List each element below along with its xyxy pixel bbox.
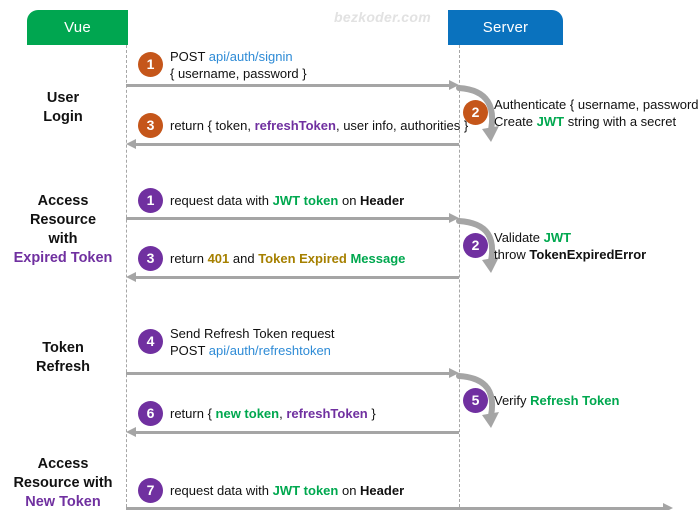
- section-label-line: Token: [0, 339, 126, 358]
- step-badge-8: 5: [463, 388, 488, 413]
- actor-box-client: Vue: [27, 10, 128, 45]
- section-label-line: Login: [0, 108, 126, 127]
- section-label-line-accent: New Token: [0, 493, 126, 510]
- section-label-access-resource-expired: Access Resource with Expired Token: [0, 192, 126, 268]
- actor-box-server: Server: [448, 10, 563, 45]
- message-resource-request-expired: request data with JWT token on Header: [170, 192, 404, 209]
- arrow-new-token-response: [126, 427, 459, 438]
- message-refresh-request: Send Refresh Token request POST api/auth…: [170, 325, 335, 359]
- section-label-line: Resource with: [0, 474, 126, 493]
- arrow-resource-request-expired: [126, 213, 459, 224]
- section-label-line-accent: Expired Token: [0, 249, 126, 268]
- message-line: Send Refresh Token request: [170, 325, 335, 342]
- message-verify-refresh-token: Verify Refresh Token: [494, 392, 619, 409]
- step-badge-1: 1: [138, 52, 163, 77]
- step-badge-4: 1: [138, 188, 163, 213]
- actor-label-client: Vue: [64, 19, 91, 36]
- message-line: Validate JWT: [494, 229, 646, 246]
- message-line: Authenticate { username, password }: [494, 96, 700, 113]
- message-resource-request-new: request data with JWT token on Header: [170, 482, 404, 499]
- message-new-token-response: return { new token, refreshToken }: [170, 405, 376, 422]
- section-label-access-resource-new: Access Resource with New Token: [0, 455, 126, 510]
- section-label-token-refresh: Token Refresh: [0, 339, 126, 377]
- message-signin-request: POST api/auth/signin { username, passwor…: [170, 48, 307, 82]
- section-label-user-login: User Login: [0, 89, 126, 127]
- step-badge-6: 3: [138, 246, 163, 271]
- section-label-line: Resource: [0, 211, 126, 230]
- message-signin-response: return { token, refreshToken, user info,…: [170, 117, 468, 134]
- step-badge-9: 6: [138, 401, 163, 426]
- step-badge-7: 4: [138, 329, 163, 354]
- section-label-line: Access: [0, 455, 126, 474]
- section-label-line: Access: [0, 192, 126, 211]
- message-authenticate: Authenticate { username, password } Crea…: [494, 96, 700, 130]
- message-line: POST api/auth/signin: [170, 48, 307, 65]
- section-label-line: Refresh: [0, 358, 126, 377]
- step-badge-10: 7: [138, 478, 163, 503]
- message-line: POST api/auth/refreshtoken: [170, 342, 335, 359]
- section-label-line: User: [0, 89, 126, 108]
- section-label-line: with: [0, 230, 126, 249]
- arrow-401-response: [126, 272, 459, 283]
- watermark: bezkoder.com: [334, 9, 431, 25]
- actor-label-server: Server: [483, 19, 528, 36]
- arrow-resource-request-new: [126, 503, 673, 510]
- step-badge-3: 3: [138, 113, 163, 138]
- message-401-response: return 401 and Token Expired Message: [170, 250, 405, 267]
- arrow-signin-request: [126, 80, 459, 91]
- message-line: Create JWT string with a secret: [494, 113, 700, 130]
- arrow-signin-response: [126, 139, 459, 150]
- arrow-refresh-request: [126, 368, 459, 379]
- jwt-refresh-token-sequence-diagram: Vue Server bezkoder.com User Login Acces…: [0, 0, 700, 510]
- message-line: throw TokenExpiredError: [494, 246, 646, 263]
- step-badge-5: 2: [463, 233, 488, 258]
- message-validate-jwt: Validate JWT throw TokenExpiredError: [494, 229, 646, 263]
